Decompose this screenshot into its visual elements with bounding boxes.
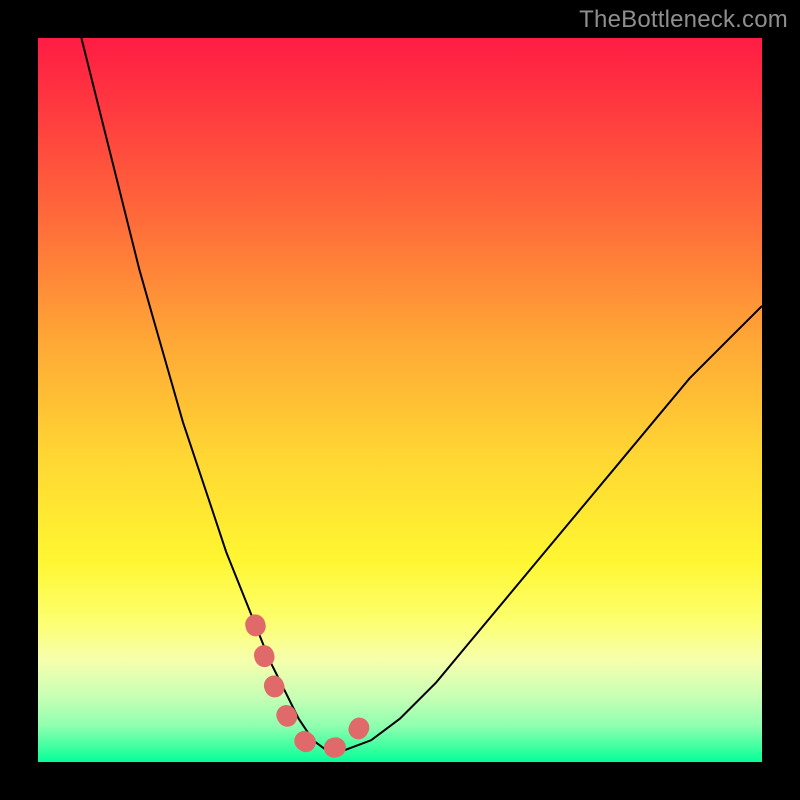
chart-frame: TheBottleneck.com <box>0 0 800 800</box>
watermark-text: TheBottleneck.com <box>579 6 788 34</box>
chart-plot-area <box>38 38 762 762</box>
chart-svg <box>38 38 762 762</box>
highlight-overlay-path <box>255 624 371 749</box>
bottleneck-curve-path <box>81 38 762 751</box>
